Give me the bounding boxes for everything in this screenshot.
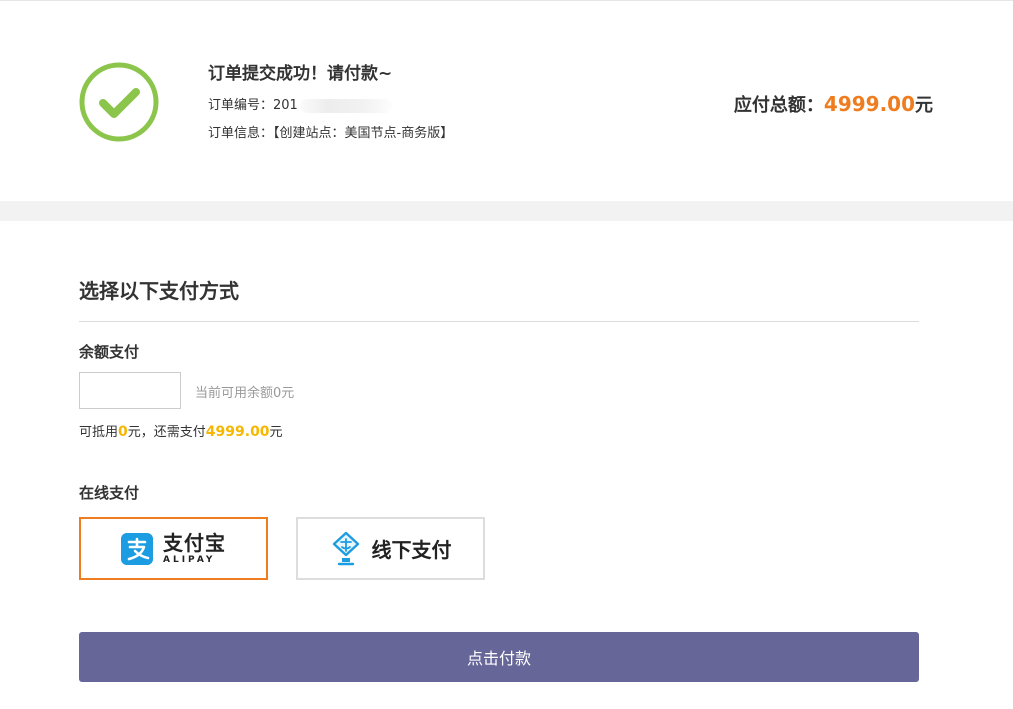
offline-payment-name: 线下支付 bbox=[371, 538, 452, 562]
alipay-sub: ALIPAY bbox=[163, 554, 216, 565]
total-unit: 元 bbox=[915, 95, 933, 116]
order-number: 订单编号：201 bbox=[208, 94, 392, 113]
offline-payment-icon bbox=[332, 531, 359, 565]
section-rule bbox=[79, 321, 919, 322]
balance-payment-label: 余额支付 bbox=[79, 343, 140, 361]
order-info-label: 订单信息： bbox=[208, 126, 274, 141]
order-success-title: 订单提交成功！请付款~ bbox=[208, 64, 393, 84]
balance-amount-input[interactable] bbox=[79, 372, 181, 409]
order-number-value: 201 bbox=[273, 98, 298, 113]
calc-prefix: 可抵用 bbox=[79, 425, 119, 440]
offline-payment-option[interactable]: 线下支付 bbox=[296, 517, 485, 580]
order-summary: 订单提交成功！请付款~ 订单编号：201 订单信息：【创建站点：美国节点-商务版… bbox=[0, 1, 1013, 201]
payment-section-title: 选择以下支付方式 bbox=[79, 279, 239, 303]
order-info: 订单信息：【创建站点：美国节点-商务版】 bbox=[208, 122, 453, 141]
deductible-amount: 0 bbox=[118, 424, 128, 440]
success-check-icon bbox=[79, 62, 159, 142]
redacted-blur bbox=[299, 98, 392, 113]
order-info-value: 【创建站点：美国节点-商务版】 bbox=[273, 126, 454, 141]
section-divider bbox=[0, 201, 1013, 221]
total-label: 应付总额： bbox=[733, 95, 824, 116]
order-number-label: 订单编号： bbox=[208, 98, 274, 113]
online-payment-label: 在线支付 bbox=[79, 484, 140, 502]
balance-calculation: 可抵用0元，还需支付4999.00元 bbox=[79, 421, 283, 440]
calc-suffix: 元 bbox=[269, 425, 283, 440]
alipay-name: 支付宝 bbox=[163, 530, 226, 555]
pay-now-button[interactable]: 点击付款 bbox=[79, 632, 919, 682]
available-balance-hint: 当前可用余额0元 bbox=[195, 386, 295, 401]
remaining-amount: 4999.00 bbox=[205, 424, 270, 440]
total-amount: 4999.00 bbox=[823, 92, 915, 116]
total-due: 应付总额：4999.00元 bbox=[734, 91, 933, 117]
calc-middle: 元，还需支付 bbox=[127, 425, 206, 440]
alipay-icon bbox=[121, 532, 153, 565]
alipay-option[interactable]: 支付宝 ALIPAY bbox=[79, 517, 268, 580]
